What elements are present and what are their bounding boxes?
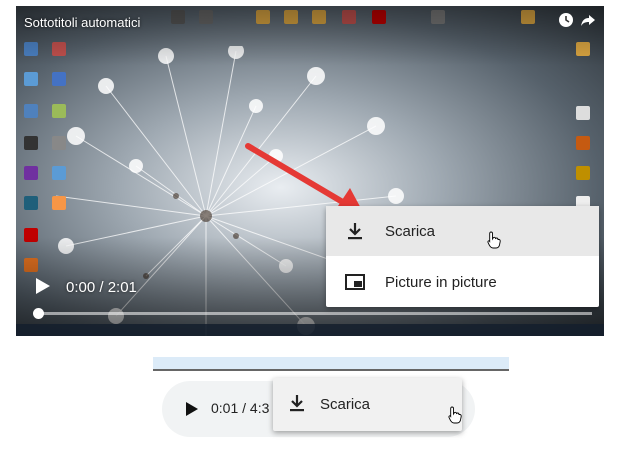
play-icon[interactable] [184, 400, 200, 418]
menu-item-label: Picture in picture [385, 273, 497, 291]
hand-cursor-icon [487, 231, 501, 249]
menu-item-download[interactable]: Scarica [326, 206, 599, 256]
video-context-menu: Scarica Picture in picture [326, 206, 599, 307]
download-icon [287, 393, 307, 413]
menu-item-label: Scarica [320, 396, 371, 413]
audio-time: 0:01 / 4:3 [211, 400, 270, 416]
hand-cursor-icon [448, 406, 462, 424]
picture-in-picture-icon [344, 271, 366, 293]
audio-context-menu[interactable]: Scarica [273, 378, 462, 431]
download-icon [344, 220, 366, 242]
menu-item-picture-in-picture[interactable]: Picture in picture [326, 257, 599, 307]
menu-item-label: Scarica [385, 222, 436, 240]
page-strip [153, 357, 509, 371]
